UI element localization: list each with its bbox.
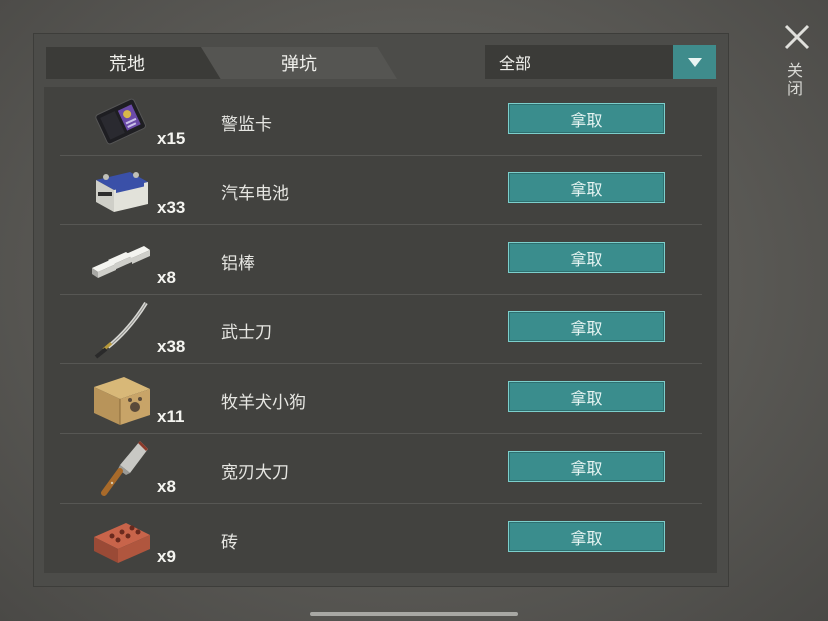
filter-selected-value: 全部 — [499, 54, 532, 73]
badge-card-icon — [90, 93, 154, 151]
list-item: x9 砖 拿取 — [60, 505, 702, 573]
item-count: x11 — [157, 407, 185, 426]
item-count: x38 — [157, 337, 186, 356]
take-button[interactable]: 拿取 — [508, 172, 665, 203]
item-count: x9 — [157, 547, 176, 566]
take-button[interactable]: 拿取 — [508, 103, 665, 134]
car-battery-icon — [90, 162, 154, 220]
list-item: x33 汽车电池 拿取 — [60, 156, 702, 225]
item-name: 汽车电池 — [221, 184, 289, 204]
list-item: x11 牧羊犬小狗 拿取 — [60, 365, 702, 434]
item-list: x15 警监卡 拿取 x33 汽车电池 拿取 x8 铝棒 拿取 x38 武士刀 … — [44, 87, 717, 573]
loot-panel: 荒地 弹坑 全部 x15 警监卡 拿取 x33 汽车电池 拿取 x8 铝棒 拿取… — [33, 33, 729, 587]
item-name: 警监卡 — [221, 115, 272, 135]
katana-icon — [90, 301, 154, 359]
take-button[interactable]: 拿取 — [508, 242, 665, 273]
take-button[interactable]: 拿取 — [508, 381, 665, 412]
take-button[interactable]: 拿取 — [508, 311, 665, 342]
list-item: x8 铝棒 拿取 — [60, 226, 702, 295]
aluminum-bar-icon — [90, 232, 154, 290]
item-name: 铝棒 — [221, 254, 255, 274]
tab-wasteland[interactable]: 荒地 — [46, 47, 222, 79]
puppy-box-icon — [90, 371, 154, 429]
category-filter-dropdown[interactable]: 全部 — [485, 45, 716, 79]
item-name: 牧羊犬小狗 — [221, 393, 306, 413]
home-indicator[interactable] — [310, 612, 518, 616]
tab-label: 荒地 — [109, 54, 145, 75]
item-name: 宽刃大刀 — [221, 463, 289, 483]
close-icon — [784, 24, 810, 50]
item-count: x8 — [157, 268, 176, 287]
item-name: 砖 — [221, 533, 238, 553]
list-item: x8 宽刃大刀 拿取 — [60, 435, 702, 504]
cleaver-icon — [90, 441, 154, 499]
item-name: 武士刀 — [221, 323, 272, 343]
close-label: 关闭 — [784, 62, 803, 98]
tab-crater[interactable]: 弹坑 — [201, 47, 397, 79]
tab-label: 弹坑 — [281, 54, 317, 75]
close-button[interactable] — [782, 22, 812, 52]
dropdown-toggle-button[interactable] — [673, 45, 716, 79]
brick-icon — [90, 511, 154, 569]
list-item: x38 武士刀 拿取 — [60, 295, 702, 364]
item-count: x8 — [157, 477, 176, 496]
chevron-down-icon — [687, 57, 702, 67]
take-button[interactable]: 拿取 — [508, 521, 665, 552]
take-button[interactable]: 拿取 — [508, 451, 665, 482]
item-count: x15 — [157, 129, 186, 148]
list-item: x15 警监卡 拿取 — [60, 87, 702, 156]
item-count: x33 — [157, 198, 186, 217]
